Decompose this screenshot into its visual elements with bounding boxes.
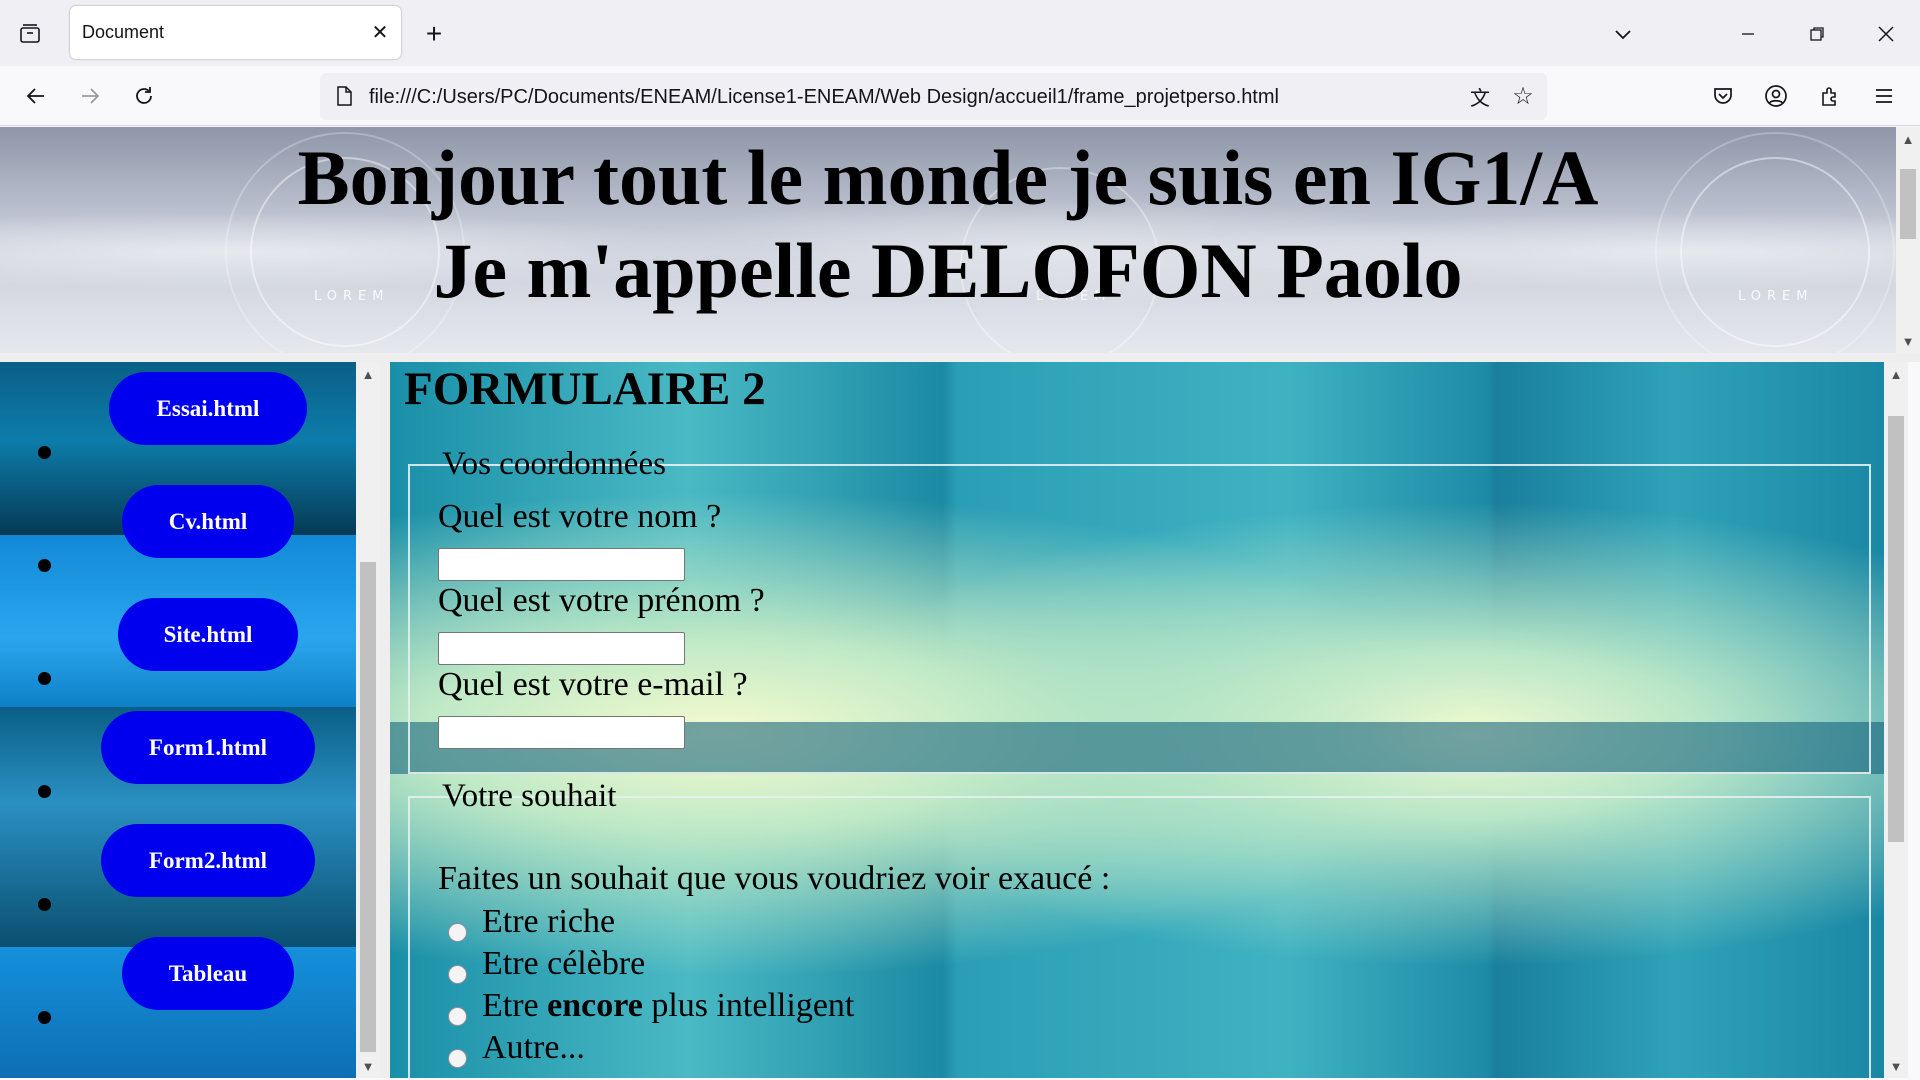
list-item: Site.html [0,588,356,701]
window-close-icon[interactable] [1870,18,1902,50]
nom-input[interactable] [438,548,685,581]
list-item: Cv.html [0,475,356,588]
content-scrollbar[interactable]: ▲ ▼ [1884,362,1908,1078]
greeting-line-2: Je m'appelle DELOFON Paolo [433,227,1463,314]
scroll-up-icon[interactable]: ▲ [356,364,380,384]
fieldset-legend: Votre souhait [442,778,617,814]
frame-divider[interactable] [0,353,1920,362]
bullet [38,559,51,572]
greeting-line-1: Bonjour tout le monde je suis en IG1/A [297,134,1599,221]
frame-divider[interactable] [380,362,390,1078]
list-item: Tableau [0,927,356,1040]
url-bar[interactable]: file:///C:/Users/PC/Documents/ENEAM/Lice… [320,73,1547,120]
menu-frame: Essai.html Cv.html Site.html Form1.html … [0,362,356,1078]
bullet [38,785,51,798]
list-item: Essai.html [0,362,356,475]
list-item: Form2.html [0,814,356,927]
prenom-input[interactable] [438,632,685,665]
menu-icon[interactable] [1868,80,1900,112]
scrollbar-thumb[interactable] [360,562,376,1052]
minimize-icon[interactable] [1732,18,1764,50]
wish-question: Faites un souhait que vous voudriez voir… [438,860,1111,897]
scroll-down-icon[interactable]: ▼ [1896,331,1920,351]
scroll-up-icon[interactable]: ▲ [1884,364,1908,384]
reload-icon[interactable] [128,80,160,112]
content-frame: FORMULAIRE 2 Vos coordonnées Quel est vo… [390,362,1884,1078]
option-celebre: Etre célèbre [482,945,646,982]
menu-scrollbar[interactable]: ▲ ▼ [356,362,380,1078]
email-input[interactable] [438,716,685,749]
option-text: Etre [482,987,539,1024]
option-text: plus intelligent [651,987,855,1024]
header-frame: LOREM LOREM LOREM Bonjour tout le monde … [0,127,1920,353]
account-icon[interactable] [1760,80,1792,112]
bullet [38,1011,51,1024]
scroll-down-icon[interactable]: ▼ [1884,1056,1908,1076]
tab-bar: Document ✕ + [0,0,1920,66]
pocket-icon[interactable] [1707,80,1739,112]
new-tab-icon[interactable]: + [418,18,450,50]
scrollbar-thumb[interactable] [1900,169,1916,239]
scroll-up-icon[interactable]: ▲ [1896,129,1920,149]
option-riche: Etre riche [482,903,616,940]
bullet [38,898,51,911]
extensions-icon[interactable] [1814,80,1846,112]
wish-fieldset: Votre souhait Faites un souhait que vous… [408,778,1871,1078]
nav-link-form1[interactable]: Form1.html [101,711,315,784]
nav-link-form2[interactable]: Form2.html [101,824,315,897]
radio-autre[interactable] [448,1049,467,1068]
restore-icon[interactable] [1801,18,1833,50]
tab-overflow-icon[interactable] [1607,18,1639,50]
fieldset-legend: Vos coordonnées [442,446,666,482]
bookmark-star-icon[interactable]: ☆ [1508,81,1538,111]
list-item: Form1.html [0,701,356,814]
page-title: FORMULAIRE 2 [404,363,766,415]
nav-link-essai[interactable]: Essai.html [109,372,307,445]
coordinates-fieldset: Vos coordonnées Quel est votre nom ? Que… [408,446,1871,774]
page-icon [332,84,356,108]
option-intelligent: Etre encore plus intelligent [482,987,854,1025]
scrollbar-thumb[interactable] [1888,416,1904,842]
forward-icon[interactable] [74,80,106,112]
radio-celebre[interactable] [448,965,467,984]
back-icon[interactable] [20,80,52,112]
option-autre: Autre... [482,1029,585,1066]
bullet [38,446,51,459]
nav-link-site[interactable]: Site.html [118,598,298,671]
email-label: Quel est votre e-mail ? [438,666,748,703]
prenom-label: Quel est votre prénom ? [438,582,765,619]
nom-label: Quel est votre nom ? [438,498,722,535]
nav-link-cv[interactable]: Cv.html [122,485,294,558]
tab-list-icon[interactable] [14,18,46,50]
nav-link-tableau[interactable]: Tableau [122,937,294,1010]
bullet [38,672,51,685]
radio-intelligent[interactable] [448,1007,467,1026]
translate-icon[interactable]: 文 [1465,81,1495,111]
header-scrollbar[interactable]: ▲ ▼ [1896,127,1920,353]
url-text[interactable]: file:///C:/Users/PC/Documents/ENEAM/Lice… [369,86,1279,109]
close-icon[interactable]: ✕ [367,19,393,45]
radio-riche[interactable] [448,923,467,942]
tab-document[interactable]: Document ✕ [70,6,401,59]
tab-title: Document [82,22,165,42]
scroll-down-icon[interactable]: ▼ [356,1056,380,1076]
option-emphasis: encore [547,987,643,1024]
navigation-toolbar: file:///C:/Users/PC/Documents/ENEAM/Lice… [0,66,1920,126]
